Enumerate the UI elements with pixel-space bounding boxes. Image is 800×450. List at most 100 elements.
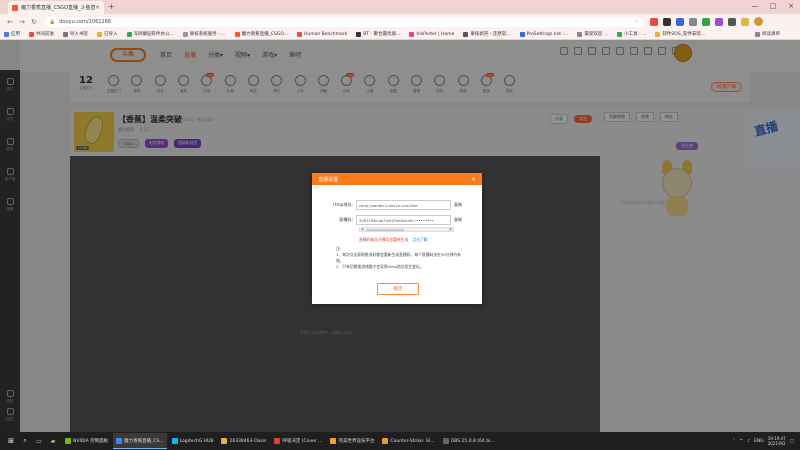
copy-rtmp-button[interactable]: 复制: [454, 202, 462, 208]
bookmark-star-icon[interactable]: ☆: [635, 19, 639, 25]
bookmark-item[interactable]: 魔力香蕉直播_CSGO...: [234, 31, 288, 37]
bookmark-item[interactable]: 导入书签: [63, 31, 88, 37]
app-label: NVIDIA 控制面板: [73, 439, 109, 444]
bookmark-label: ProSettings.net -...: [526, 31, 569, 37]
taskbar-app[interactable]: Counter-Strike: Gl...: [379, 433, 437, 449]
browser-tab-strip: 魔力香蕉直播_CSGO直播_斗鱼直... × + — □ ×: [0, 0, 800, 14]
bookmark-label: Human Benchmark: [303, 31, 348, 37]
close-icon[interactable]: ×: [471, 176, 476, 183]
bookmark-favicon-icon: [29, 31, 34, 37]
stream-code-input[interactable]: 2061168rulo7Ixhij?wsSecret= ••••••••: [356, 215, 451, 225]
system-tray: ˄ ⌔ ♪ ENG 19:19:47 2021/9/2 ▢: [733, 436, 800, 446]
bookmark-label: 应用: [11, 32, 20, 37]
clock[interactable]: 19:19:47 2021/9/2: [768, 436, 786, 446]
bookmark-favicon-icon: [519, 31, 525, 37]
new-tab-button[interactable]: +: [108, 2, 115, 11]
bookmark-label: 已导入: [104, 32, 118, 37]
reload-icon[interactable]: ↻: [28, 18, 40, 26]
extension-icon[interactable]: [650, 17, 658, 26]
taskbar-app[interactable]: NVIDIA 控制面板: [62, 433, 111, 449]
scroll-thumb[interactable]: [366, 229, 404, 231]
tab-close-icon[interactable]: ×: [95, 4, 100, 11]
app-label: Counter-Strike: Gl...: [390, 438, 435, 444]
profile-avatar[interactable]: [754, 17, 763, 26]
browser-tab[interactable]: 魔力香蕉直播_CSGO直播_斗鱼直... ×: [8, 1, 104, 14]
horizontal-scrollbar[interactable]: ◀ ▶: [359, 227, 454, 232]
task-view-icon[interactable]: ▭: [32, 438, 46, 445]
bookmark-item[interactable]: 应用: [4, 31, 20, 37]
rtmp-label: rtmp地址:: [333, 202, 353, 207]
back-icon[interactable]: ←: [4, 18, 16, 26]
bookmark-label: 深圳康园软件办公...: [133, 32, 174, 37]
bookmark-label: BT - 聚合最优质...: [363, 32, 401, 37]
taskbar-app[interactable]: 魔力香蕉直播_CS...: [113, 433, 167, 449]
extension-icon[interactable]: [741, 17, 749, 26]
bookmark-favicon-icon: [655, 31, 661, 37]
window-controls: — □ ×: [746, 0, 800, 12]
reading-list-icon: [755, 31, 760, 37]
extension-icon[interactable]: [689, 17, 697, 26]
app-label: 完美世界竞技平台: [338, 439, 375, 444]
rtmp-input[interactable]: rtmp://sendtc3.douyu.com/live: [356, 200, 451, 210]
extension-icon[interactable]: [663, 17, 671, 26]
stream-code-value: 2061168rulo7Ixhij?wsSecret=: [359, 217, 416, 223]
learn-more-link[interactable]: 点击了解: [412, 237, 427, 243]
lock-icon: 🔒: [49, 18, 56, 25]
bookmark-favicon-icon: [409, 31, 415, 37]
bookmark-item[interactable]: 共同前进: [29, 31, 54, 37]
bookmark-favicon-icon: [182, 31, 188, 37]
close-window-button[interactable]: ×: [782, 0, 800, 12]
app-icon: [330, 438, 337, 444]
windows-start-icon[interactable]: ⊞: [4, 437, 18, 445]
note-1: 1、每次点击获取推流码都会重新生成直播码，每个直播码仅在30分钟内有效。: [336, 252, 461, 263]
network-icon[interactable]: ⌔: [739, 438, 743, 444]
bookmarks-bar: 应用 共同前进 导入书签 已导入 深圳康园软件办公... 果核系统服务 - ... 魔力香蕉…: [0, 29, 800, 40]
address-bar[interactable]: 🔒 douyu.com/2061168 ☆: [44, 16, 644, 27]
bookmark-item[interactable]: 深圳康园软件办公...: [126, 31, 174, 37]
extension-icons: [650, 17, 763, 26]
bookmark-label: 果核系统服务 - ...: [189, 32, 226, 37]
bookmark-favicon-icon: [97, 31, 102, 37]
bookmark-favicon-icon: [356, 31, 362, 37]
bookmark-item[interactable]: 最受欢迎 ...: [577, 31, 608, 37]
bookmark-item[interactable]: BT - 聚合最优质...: [356, 31, 400, 37]
bookmark-item[interactable]: IrisPorter | Home: [409, 31, 454, 37]
ok-button[interactable]: 确定: [377, 283, 419, 295]
bookmark-label: 果核剥壳 - 还原软...: [470, 32, 511, 37]
minimize-button[interactable]: —: [746, 0, 764, 12]
copy-code-button[interactable]: 复制: [454, 217, 462, 223]
bookmark-item[interactable]: ProSettings.net -...: [519, 31, 569, 37]
file-explorer-icon[interactable]: ▰: [46, 438, 60, 445]
extension-icon[interactable]: [702, 17, 710, 26]
bookmark-item[interactable]: 小工具 - ...: [617, 31, 646, 37]
extension-icon[interactable]: [715, 17, 723, 26]
bookmark-item[interactable]: 已导入: [97, 31, 118, 37]
notification-icon[interactable]: ▢: [790, 439, 794, 444]
tab-title: 魔力香蕉直播_CSGO直播_斗鱼直...: [21, 5, 95, 11]
search-icon[interactable]: ⌕: [18, 437, 32, 445]
app-icon: [382, 438, 389, 444]
bookmark-item[interactable]: 果核剥壳 - 还原软...: [463, 31, 511, 37]
app-label: OBS 25.0.8 (64 bi...: [450, 438, 495, 444]
tray-chevron-icon[interactable]: ˄: [733, 439, 735, 444]
bookmark-favicon-icon: [296, 31, 302, 37]
taskbar-app[interactable]: LogitechG HUB: [169, 433, 217, 449]
bookmark-item[interactable]: 果核系统服务 - ...: [182, 31, 226, 37]
extension-icon[interactable]: [728, 17, 736, 26]
forward-icon[interactable]: →: [16, 18, 28, 26]
taskbar-app[interactable]: 完美世界竞技平台: [327, 433, 377, 449]
language-indicator[interactable]: ENG: [754, 439, 764, 444]
scroll-right-icon[interactable]: ▶: [450, 227, 452, 231]
scroll-left-icon[interactable]: ◀: [361, 227, 363, 231]
taskbar-app[interactable]: OBS 25.0.8 (64 bi...: [440, 433, 498, 449]
bookmark-item[interactable]: 软件SOS_软件安装...: [655, 31, 705, 37]
taskbar-app[interactable]: 26338463-Oasis: [218, 433, 269, 449]
browser-toolbar: ← → ↻ 🔒 douyu.com/2061168 ☆: [0, 14, 800, 29]
maximize-button[interactable]: □: [764, 0, 782, 12]
taskbar-app[interactable]: 呼吸决定 (Cover ...: [271, 433, 325, 449]
bookmark-item[interactable]: Human Benchmark: [296, 31, 348, 37]
masked-dots: ••••••••: [415, 217, 434, 223]
reading-list[interactable]: 阅读清单: [755, 31, 780, 37]
volume-icon[interactable]: ♪: [747, 439, 750, 444]
extension-icon[interactable]: [676, 17, 684, 26]
